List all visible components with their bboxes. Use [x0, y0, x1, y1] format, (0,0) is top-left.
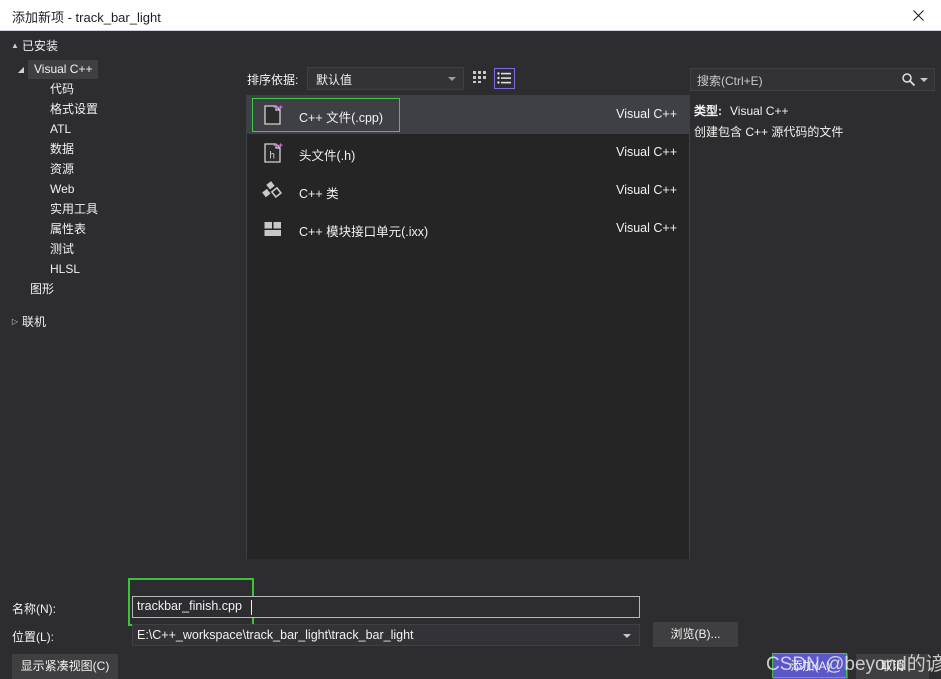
header-file-icon: h — [261, 141, 285, 165]
tree-node-data[interactable]: 数据 — [0, 139, 240, 159]
tree-node-visual-cpp-label: Visual C++ — [28, 60, 99, 79]
list-view-button[interactable] — [494, 68, 515, 89]
template-origin: Visual C++ — [616, 145, 677, 159]
tree-node-online[interactable]: ▷ 联机 — [0, 311, 240, 331]
cpp-file-icon — [261, 103, 285, 127]
show-compact-view-button[interactable]: 显示紧凑视图(C) — [12, 654, 118, 679]
chevron-down-icon: ▲ — [11, 40, 19, 50]
location-value: E:\C++_workspace\track_bar_light\track_b… — [137, 628, 414, 642]
template-title: 头文件(.h) — [299, 149, 356, 163]
table-row[interactable]: C++ 模块接口单元(.ixx) Visual C++ — [247, 210, 689, 248]
text-caret — [251, 600, 252, 615]
sort-by-label: 排序依据: — [247, 73, 299, 87]
chevron-down-icon: ◢ — [17, 64, 25, 74]
template-category-tree: ▲ 已安装 ◢ Visual C++ 代码 格式设置 ATL 数据 资源 Web 实… — [0, 31, 240, 559]
template-title: C++ 类 — [299, 187, 339, 201]
tree-node-resource[interactable]: 资源 — [0, 159, 240, 179]
svg-text:h: h — [269, 151, 275, 162]
tree-node-graphics[interactable]: 图形 — [0, 279, 240, 299]
dialog-body: ▲ 已安装 ◢ Visual C++ 代码 格式设置 ATL 数据 资源 Web 实… — [0, 31, 941, 679]
close-button[interactable] — [895, 0, 941, 31]
add-button-label: 添加(A) — [790, 659, 831, 673]
tree-node-web[interactable]: Web — [0, 179, 240, 199]
template-list[interactable]: C++ 文件(.cpp) Visual C++ h 头文件(.h) Visual… — [246, 95, 690, 591]
template-detail-pane: 类型: Visual C++ 创建包含 C++ 源代码的文件 — [690, 97, 941, 577]
location-combobox[interactable]: E:\C++_workspace\track_bar_light\track_b… — [132, 624, 640, 646]
tree-node-atl[interactable]: ATL — [0, 119, 240, 139]
list-view-icon — [495, 71, 514, 86]
table-row[interactable]: h 头文件(.h) Visual C++ — [247, 134, 689, 172]
grid-view-icon — [470, 70, 491, 85]
tree-node-hlsl[interactable]: HLSL — [0, 259, 240, 279]
chevron-right-icon: ▷ — [11, 316, 19, 326]
cpp-class-icon — [261, 179, 285, 203]
tree-node-test[interactable]: 测试 — [0, 239, 240, 259]
search-input[interactable]: 搜索(Ctrl+E) — [690, 68, 935, 91]
template-title: C++ 文件(.cpp) — [299, 111, 384, 125]
chevron-down-icon — [623, 634, 631, 638]
tree-node-property-sheet[interactable]: 属性表 — [0, 219, 240, 239]
dialog-titlebar: 添加新项 - track_bar_light — [0, 0, 941, 31]
sort-by-value: 默认值 — [316, 73, 353, 87]
cpp-module-icon — [261, 217, 285, 241]
chevron-down-icon — [448, 77, 456, 81]
cancel-button[interactable]: 取消 — [856, 654, 929, 679]
search-placeholder: 搜索(Ctrl+E) — [697, 74, 763, 88]
detail-type-row: 类型: Visual C++ — [694, 102, 788, 119]
browse-button[interactable]: 浏览(B)... — [653, 622, 738, 647]
location-label: 位置(L): — [12, 630, 55, 644]
template-origin: Visual C++ — [616, 183, 677, 197]
tree-node-installed-label: 已安装 — [22, 38, 59, 53]
add-button[interactable]: 添加(A) — [772, 653, 848, 679]
search-icon[interactable] — [901, 72, 916, 87]
dialog-title: 添加新项 - track_bar_light — [12, 10, 161, 25]
name-input[interactable]: trackbar_finish.cpp — [132, 596, 640, 618]
detail-type-label: 类型: — [694, 104, 722, 118]
tree-node-code[interactable]: 代码 — [0, 79, 240, 99]
sort-by-dropdown[interactable]: 默认值 — [307, 67, 464, 90]
dialog-footer: 名称(N): 位置(L): trackbar_finish.cpp E:\C++… — [0, 559, 941, 679]
close-icon — [912, 10, 924, 21]
detail-description: 创建包含 C++ 源代码的文件 — [694, 125, 844, 139]
tree-node-visual-cpp[interactable]: ◢ Visual C++ — [0, 59, 240, 79]
template-origin: Visual C++ — [616, 107, 677, 121]
tree-node-utility[interactable]: 实用工具 — [0, 199, 240, 219]
template-title: C++ 模块接口单元(.ixx) — [299, 225, 429, 239]
detail-type-value: Visual C++ — [730, 104, 789, 118]
name-input-value: trackbar_finish.cpp — [137, 599, 242, 613]
template-origin: Visual C++ — [616, 221, 677, 235]
grid-view-button[interactable] — [470, 68, 491, 89]
table-row[interactable]: C++ 类 Visual C++ — [247, 172, 689, 210]
chevron-down-icon[interactable] — [920, 78, 928, 82]
tree-node-formatting[interactable]: 格式设置 — [0, 99, 240, 119]
tree-node-online-label: 联机 — [22, 314, 47, 329]
name-label: 名称(N): — [12, 602, 56, 616]
tree-node-installed[interactable]: ▲ 已安装 — [0, 35, 240, 55]
table-row[interactable]: C++ 文件(.cpp) Visual C++ — [247, 96, 689, 134]
